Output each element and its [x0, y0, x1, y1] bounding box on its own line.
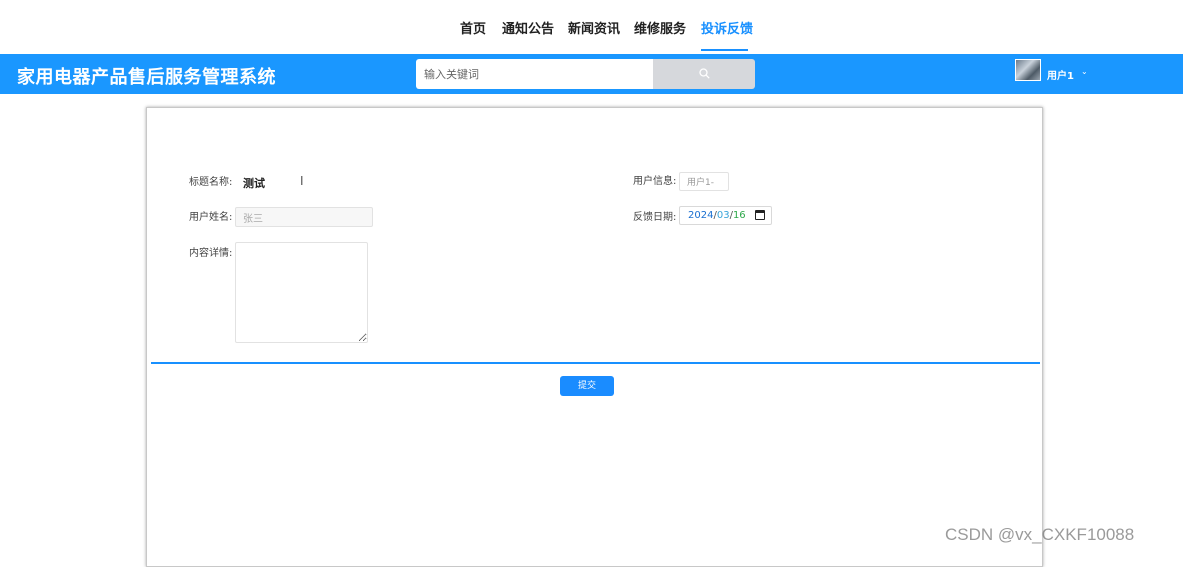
feedback-date-field[interactable]: 2024/03/16 — [679, 206, 772, 225]
content-label: 内容详情: — [189, 248, 233, 259]
date-year: 2024 — [688, 210, 714, 221]
username-field[interactable] — [235, 207, 373, 227]
search-icon — [699, 68, 710, 79]
calendar-icon[interactable] — [755, 210, 765, 220]
header-bar: 家用电器产品售后服务管理系统 用户1 ⌄ — [0, 54, 1183, 94]
nav-item-complaint-feedback[interactable]: 投诉反馈 — [701, 18, 753, 37]
userinfo-field[interactable] — [679, 172, 729, 191]
date-month: 03 — [716, 210, 730, 221]
nav-item-notices[interactable]: 通知公告 — [502, 18, 554, 37]
nav-item-home[interactable]: 首页 — [460, 18, 486, 37]
submit-button[interactable]: 提交 — [560, 376, 614, 396]
date-day: 16 — [732, 210, 746, 221]
title-field[interactable]: 测试 — [243, 175, 265, 191]
top-nav: 首页 通知公告 新闻资讯 维修服务 投诉反馈 — [0, 0, 1183, 54]
nav-item-repair-service[interactable]: 维修服务 — [634, 18, 686, 37]
date-label: 反馈日期: — [633, 212, 677, 223]
search-button[interactable] — [653, 59, 755, 89]
feedback-form-card: 标题名称: 测试 I 用户姓名: 内容详情: 用户信息: 反馈日期: 2024/… — [146, 107, 1043, 567]
avatar[interactable] — [1015, 59, 1041, 81]
form-divider — [151, 362, 1040, 364]
content-textarea[interactable] — [235, 242, 368, 343]
chevron-down-icon[interactable]: ⌄ — [1081, 67, 1088, 76]
search-input[interactable] — [416, 59, 654, 89]
site-title: 家用电器产品售后服务管理系统 — [17, 67, 276, 88]
nav-item-news[interactable]: 新闻资讯 — [568, 18, 620, 37]
active-nav-indicator — [701, 49, 748, 51]
user-menu-name[interactable]: 用户1 — [1047, 67, 1074, 82]
userinfo-label: 用户信息: — [633, 176, 677, 187]
text-cursor-icon: I — [300, 174, 304, 188]
username-label: 用户姓名: — [189, 212, 233, 223]
title-label: 标题名称: — [189, 177, 233, 188]
watermark: CSDN @vx_CXKF10088 — [945, 525, 1135, 544]
